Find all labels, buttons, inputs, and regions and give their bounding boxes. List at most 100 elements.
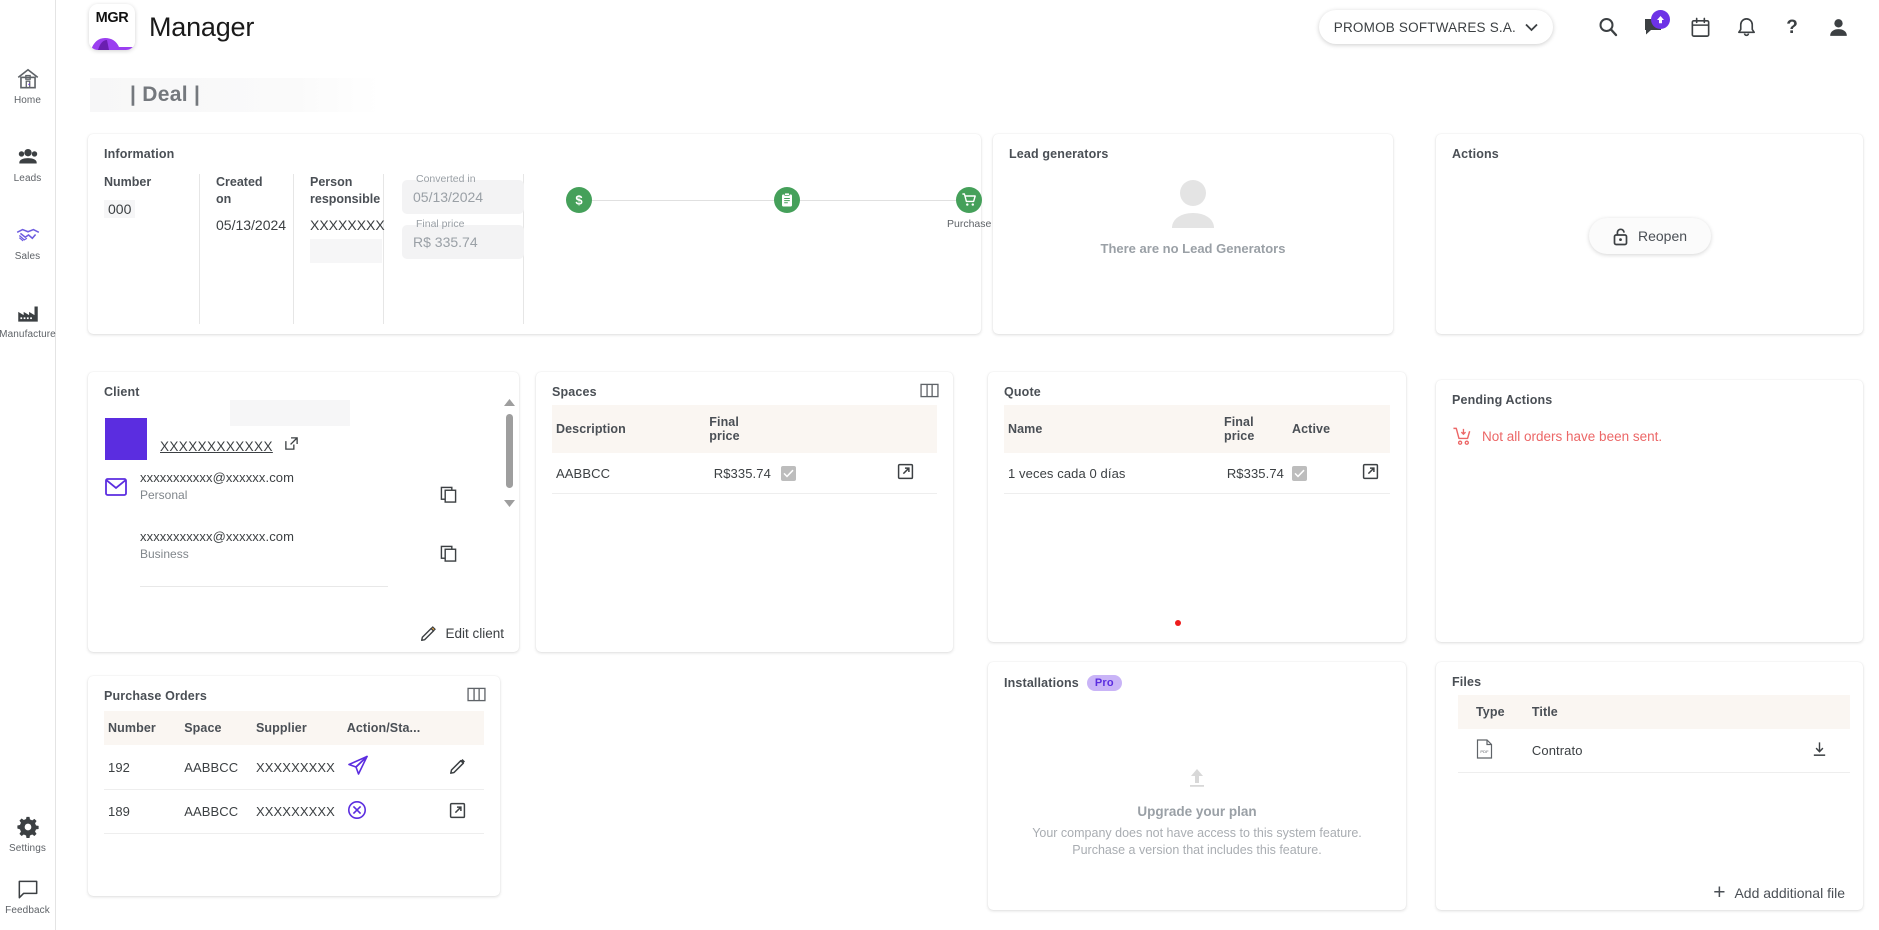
cursor-indicator [1175, 620, 1181, 626]
clipboard-icon [782, 192, 792, 207]
info-value: 000 [104, 200, 136, 218]
client-name[interactable]: XXXXXXXXXXXX [160, 439, 273, 454]
pending-action-item[interactable]: Not all orders have been sent. [1452, 426, 1662, 447]
checkbox-checked[interactable] [1292, 465, 1307, 481]
table-header-row: Type Title [1458, 695, 1850, 729]
header-actions: PROMOB SOFTWARES S.A. ? [1318, 4, 1879, 50]
speech-bubble-icon [18, 880, 37, 899]
info-column-number: Number 000 [104, 174, 200, 324]
client-card: Client Edit client [88, 372, 519, 652]
spaces-card: Spaces Description Final price AABBCC R$… [536, 372, 953, 652]
company-name: PROMOB SOFTWARES S.A. [1333, 19, 1516, 35]
table-row[interactable]: AABBCC R$335.74 [552, 453, 937, 494]
reopen-button[interactable]: Reopen [1588, 218, 1711, 254]
column-header: Supplier [255, 721, 307, 735]
table-row[interactable]: 192 AABBCC XXXXXXXXX [104, 745, 484, 790]
client-scrollbar[interactable] [503, 398, 516, 508]
table-header-row: Number Space Supplier Action/Sta... [104, 711, 484, 745]
sidebar-item-manufacture[interactable]: Manufacture [0, 296, 56, 344]
space-active[interactable] [780, 453, 875, 494]
step-quote[interactable] [774, 187, 800, 213]
search-icon[interactable] [1585, 4, 1631, 50]
open-external-icon [449, 802, 466, 818]
sidebar-item-settings[interactable]: Settings [0, 810, 56, 858]
client-divider [140, 586, 388, 587]
files-table: Type Title PDF Contrato [1458, 695, 1850, 773]
chat-upload-icon[interactable] [1631, 4, 1677, 50]
page-title: | Deal | [90, 78, 380, 112]
installations-title: Installations [1004, 676, 1079, 690]
column-header: Title [1531, 705, 1558, 719]
quote-title: Quote [1004, 385, 1041, 399]
installations-card: Installations Pro Upgrade your plan Your… [988, 662, 1406, 910]
copy-icon[interactable] [440, 545, 457, 567]
po-status[interactable] [346, 789, 432, 834]
dollar-icon: $ [575, 193, 583, 208]
field-label: Converted in [416, 173, 476, 185]
converted-in-field[interactable]: Converted in 05/13/2024 [402, 173, 524, 214]
file-download[interactable] [1788, 729, 1850, 773]
column-header [431, 711, 484, 745]
cart-alert-icon [1453, 427, 1471, 445]
client-email-business: xxxxxxxxxxx@xxxxxx.com Business [140, 529, 360, 561]
open-external-icon[interactable] [284, 436, 299, 456]
bell-icon[interactable] [1723, 4, 1769, 50]
table-row[interactable]: 1 veces cada 0 días R$335.74 [1004, 453, 1390, 494]
info-label: Number [104, 175, 152, 189]
client-name-row: XXXXXXXXXXXX [160, 436, 299, 456]
email-type: Personal [140, 488, 188, 502]
send-icon [347, 755, 368, 775]
table-header-row: Description Final price [552, 405, 937, 453]
space-action[interactable] [874, 453, 937, 494]
po-status[interactable] [346, 745, 432, 790]
scroll-down-icon[interactable] [503, 499, 516, 508]
pending-action-message: Not all orders have been sent. [1482, 429, 1663, 444]
column-settings-icon[interactable] [920, 383, 939, 403]
quote-action[interactable] [1350, 453, 1390, 494]
po-action[interactable] [431, 745, 484, 790]
help-icon[interactable]: ? [1769, 4, 1815, 50]
column-header: Type [1476, 705, 1505, 719]
step-purchase[interactable] [956, 187, 982, 213]
table-row[interactable]: 189 AABBCC XXXXXXXXX [104, 789, 484, 834]
table-header-row: Name Final price Active [1004, 405, 1390, 453]
copy-icon[interactable] [440, 486, 457, 508]
info-column-person: Person responsible XXXXXXXX [294, 174, 385, 324]
po-number: 189 [104, 789, 185, 834]
column-settings-icon[interactable] [467, 687, 486, 707]
quote-card: Quote Name Final price Active 1 veces ca… [988, 372, 1406, 642]
step-payment[interactable]: $ [566, 187, 592, 213]
actions-title: Actions [1452, 147, 1499, 161]
column-header: Space [184, 721, 222, 735]
column-header: Number [108, 721, 156, 735]
email-address: xxxxxxxxxxx@xxxxxx.com [140, 470, 295, 485]
po-action[interactable] [431, 789, 484, 834]
sidebar-item-label: Settings [9, 843, 46, 854]
lead-generators-title: Lead generators [1009, 147, 1109, 161]
scroll-up-icon[interactable] [503, 398, 516, 407]
sidebar-item-home[interactable]: Home [0, 62, 56, 110]
handshake-icon [16, 228, 39, 242]
add-additional-file-button[interactable]: + Add additional file [1713, 882, 1845, 903]
final-price-field[interactable]: Final price R$ 335.74 [402, 218, 524, 259]
checkbox-checked[interactable] [780, 465, 796, 481]
column-header [781, 405, 875, 453]
scrollbar-thumb[interactable] [506, 414, 513, 488]
sidebar-item-sales[interactable]: Sales [0, 218, 56, 266]
column-header: Description [556, 422, 626, 436]
account-icon[interactable] [1815, 4, 1861, 50]
app-root: Home Leads Sales Manufacture Settings Fe… [0, 0, 1879, 930]
quote-active[interactable] [1292, 453, 1350, 494]
calendar-icon[interactable] [1677, 4, 1723, 50]
sidebar-item-leads[interactable]: Leads [0, 140, 56, 188]
people-icon [18, 148, 37, 164]
table-row[interactable]: PDF Contrato [1458, 729, 1850, 773]
company-selector[interactable]: PROMOB SOFTWARES S.A. [1318, 10, 1553, 44]
information-title: Information [104, 147, 175, 161]
po-space: AABBCC [184, 789, 256, 834]
edit-client-button[interactable]: Edit client [420, 625, 504, 642]
gear-icon [16, 816, 39, 839]
sidebar-item-feedback[interactable]: Feedback [0, 872, 56, 920]
pro-badge: Pro [1086, 675, 1122, 691]
file-type: PDF [1458, 729, 1532, 773]
